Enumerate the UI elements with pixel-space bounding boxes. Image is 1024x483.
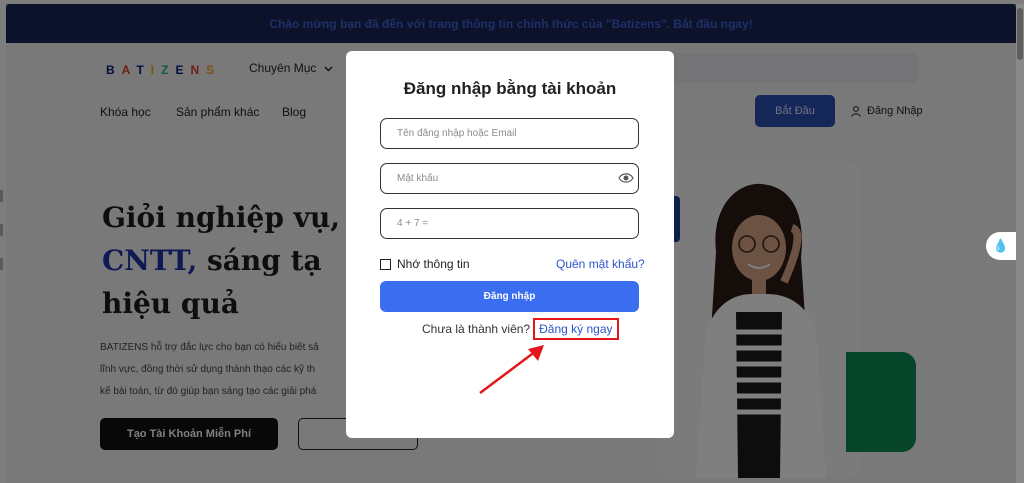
forgot-password-link[interactable]: Quên mật khẩu?: [556, 257, 645, 271]
eye-icon[interactable]: [618, 171, 634, 185]
modal-title: Đăng nhập bằng tài khoản: [403, 79, 617, 98]
not-member-text: Chưa là thành viên?: [422, 322, 531, 336]
username-input[interactable]: [380, 118, 639, 149]
remember-label: Nhớ thông tin: [397, 257, 470, 271]
captcha-input[interactable]: [380, 208, 639, 239]
scrollbar-track[interactable]: [1016, 4, 1024, 483]
remember-me[interactable]: Nhớ thông tin: [380, 257, 470, 271]
remember-checkbox[interactable]: [380, 258, 391, 270]
water-drop-icon: 💧: [992, 238, 1010, 253]
side-widget[interactable]: 💧: [986, 232, 1016, 260]
annotation-arrow-icon: [479, 345, 544, 394]
left-edge-markers: [0, 190, 4, 292]
password-input[interactable]: [380, 163, 639, 194]
scrollbar-thumb[interactable]: [1017, 8, 1023, 60]
login-button[interactable]: Đăng nhập: [380, 281, 639, 312]
